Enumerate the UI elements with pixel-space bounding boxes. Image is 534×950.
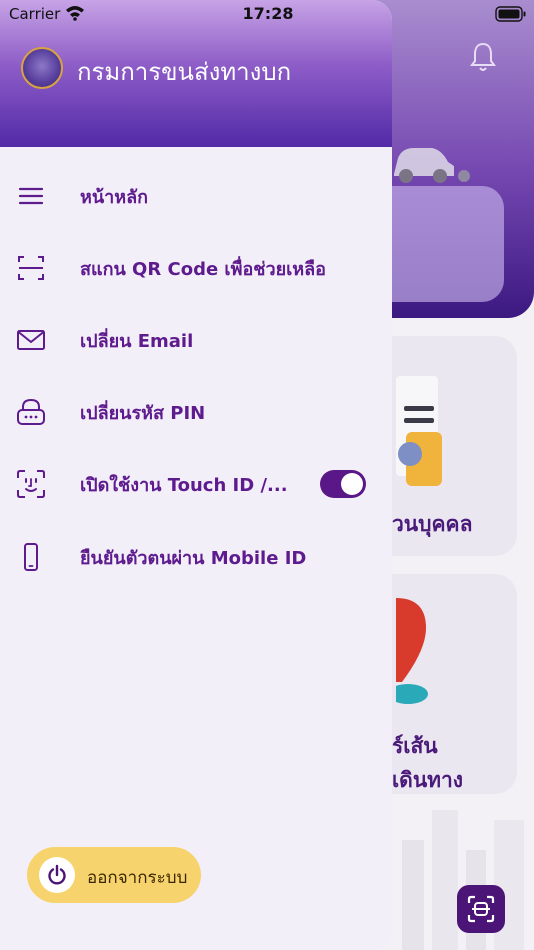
- background-tile-2-line-1: ร์เส้น: [392, 734, 438, 758]
- scan-icon: [467, 895, 495, 923]
- menu-item-change-pin-label: เปลี่ยนรหัส PIN: [80, 402, 206, 424]
- menu-item-change-pin[interactable]: เปลี่ยนรหัส PIN: [0, 382, 392, 442]
- face-id-icon: [17, 470, 45, 498]
- logout-button[interactable]: ออกจากระบบ: [27, 847, 201, 903]
- battery-icon: [495, 6, 526, 22]
- car-illustration: [394, 148, 470, 183]
- toggle-knob: [341, 473, 363, 495]
- qr-scan-icon: [18, 256, 44, 280]
- license-card-illustration: [396, 376, 442, 486]
- status-bar: Carrier 17:28: [0, 0, 534, 28]
- background-tile-1-label: วนบุคคล: [392, 512, 473, 536]
- menu-item-home-label: หน้าหลัก: [80, 186, 149, 208]
- status-time: 17:28: [242, 4, 294, 23]
- biometric-toggle[interactable]: [320, 470, 366, 498]
- power-icon: [48, 864, 66, 885]
- menu-icon: [18, 187, 44, 205]
- mobile-phone-icon: [24, 543, 38, 571]
- bell-icon[interactable]: [468, 40, 498, 74]
- menu-item-scan-qr-label: สแกน QR Code เพื่อช่วยเหลือ: [80, 258, 326, 280]
- map-pin-illustration: [396, 598, 428, 704]
- menu-item-home[interactable]: หน้าหลัก: [0, 166, 392, 226]
- pin-lock-icon: [17, 398, 45, 425]
- wifi-icon: [66, 6, 84, 21]
- logout-icon-container: [39, 857, 75, 893]
- envelope-icon: [17, 330, 45, 350]
- menu-item-biometric-label: เปิดใช้งาน Touch ID /...: [80, 474, 288, 496]
- navigation-drawer: กรมการขนส่งทางบก หน้าหลัก สแกน QR Code เ…: [0, 0, 392, 950]
- menu-item-change-email-label: เปลี่ยน Email: [80, 330, 194, 352]
- background-tile-2-line-2: เดินทาง: [392, 768, 464, 792]
- menu-item-change-email[interactable]: เปลี่ยน Email: [0, 310, 392, 370]
- dlt-logo: [21, 47, 63, 89]
- scan-fab-button[interactable]: [457, 885, 505, 933]
- menu-item-scan-qr[interactable]: สแกน QR Code เพื่อช่วยเหลือ: [0, 238, 392, 298]
- logout-label: ออกจากระบบ: [87, 868, 188, 888]
- carrier-label: Carrier: [9, 5, 61, 23]
- menu-item-mobile-id-label: ยืนยันตัวตนผ่าน Mobile ID: [80, 547, 307, 569]
- drawer-title: กรมการขนส่งทางบก: [77, 58, 292, 86]
- menu-item-mobile-id[interactable]: ยืนยันตัวตนผ่าน Mobile ID: [0, 527, 392, 587]
